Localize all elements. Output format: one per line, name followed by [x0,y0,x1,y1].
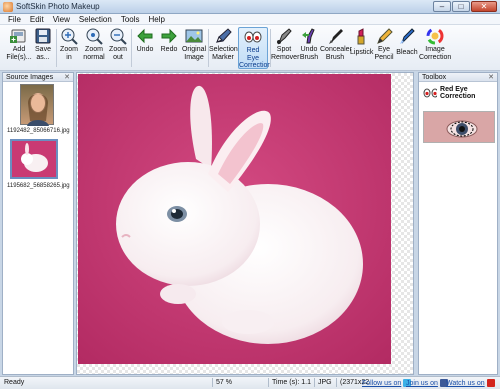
zoom-in-button[interactable]: Zoom in [58,27,80,69]
undo-brush-icon [299,27,319,45]
zoom-level: 57 % [212,378,264,387]
processing-time: Time (s): 1.1 [268,378,311,387]
redo-arrow-icon [159,27,179,45]
menu-tools[interactable]: Tools [121,14,140,24]
toolbox-panel: Toolbox ✕ Red Eye Correction [418,72,498,375]
lipstick-button[interactable]: Lipstick [350,27,373,69]
pencil-icon [374,27,394,45]
bleach-brush-icon [397,27,417,45]
picture-icon [184,27,204,45]
selection-marker-button[interactable]: Selection Marker [209,27,238,69]
youtube-icon [486,379,495,387]
undo-arrow-icon [135,27,155,45]
marker-pen-icon [213,27,233,45]
active-tool-title: Red Eye Correction [423,86,497,100]
toolbar: Add File(s)... Save as... Zoom in Zoom n… [0,25,500,71]
toolbar-separator [56,29,57,67]
original-image-button[interactable]: Original Image [181,27,207,69]
status-text: Ready [4,379,25,386]
spot-remover-button[interactable]: Spot Remover [271,27,299,69]
eye-pencil-button[interactable]: Eye Pencil [372,27,396,69]
bunny-photo[interactable] [78,74,391,364]
red-eye-preview [423,111,495,143]
image-dimensions: (2371x22 [336,378,369,387]
add-files-button[interactable]: Add File(s)... [6,27,32,69]
floppy-icon [33,27,53,45]
menu-help[interactable]: Help [149,14,165,24]
status-bar: Ready 57 % Time (s): 1.1 JPG (2371x22 Fo… [0,376,500,389]
zoom-out-icon [108,27,128,45]
menu-bar: File Edit View Selection Tools Help [0,14,500,25]
zoom-normal-button[interactable]: Zoom normal [82,27,106,69]
menu-view[interactable]: View [53,14,70,24]
maximize-button[interactable]: □ [452,1,470,12]
title-bar: SoftSkin Photo Makeup – □ ✕ [0,0,500,14]
minimize-button[interactable]: – [433,1,451,12]
source-images-header: Source Images ✕ [3,73,73,82]
app-icon [3,2,13,12]
zoom-out-button[interactable]: Zoom out [107,27,129,69]
concealer-brush-icon [325,27,345,45]
follow-us-link[interactable]: Follow us on [362,379,412,387]
concealer-brush-button[interactable]: Concealer Brush [320,27,352,69]
close-button[interactable]: ✕ [471,1,497,12]
save-as-button[interactable]: Save as... [32,27,54,69]
menu-edit[interactable]: Edit [30,14,44,24]
add-files-icon [9,27,29,45]
zoom-normal-icon [84,27,104,45]
lipstick-icon [351,27,371,45]
bunny-thumbnail[interactable] [10,139,58,179]
join-us-link[interactable]: Join us on [406,379,448,387]
zoom-in-icon [59,27,79,45]
undo-brush-button[interactable]: Undo Brush [298,27,320,69]
toolbox-header: Toolbox ✕ [419,73,497,82]
image-canvas[interactable] [76,72,414,375]
bleach-button[interactable]: Bleach [396,27,418,69]
close-panel-icon[interactable]: ✕ [64,73,70,82]
image-correction-button[interactable]: Image Correction [419,27,451,69]
source-images-panel: Source Images ✕ 1192482_85066716.jpg 119… [2,72,74,375]
watch-us-link[interactable]: Watch us on [446,379,495,387]
undo-button[interactable]: Undo [134,27,156,69]
red-eyes-icon [423,88,438,98]
menu-selection[interactable]: Selection [79,14,112,24]
window-title: SoftSkin Photo Makeup [16,2,100,11]
redo-button[interactable]: Redo [158,27,180,69]
color-wheel-icon [425,27,445,45]
menu-file[interactable]: File [8,14,21,24]
toolbar-separator [131,29,132,67]
red-eyes-icon [243,28,263,46]
red-eye-correction-button[interactable]: Red Eye Correction [238,27,271,69]
image-format: JPG [314,378,334,387]
spot-brush-icon [274,27,294,45]
woman-portrait-thumbnail[interactable] [20,84,54,126]
close-panel-icon[interactable]: ✕ [488,73,494,82]
